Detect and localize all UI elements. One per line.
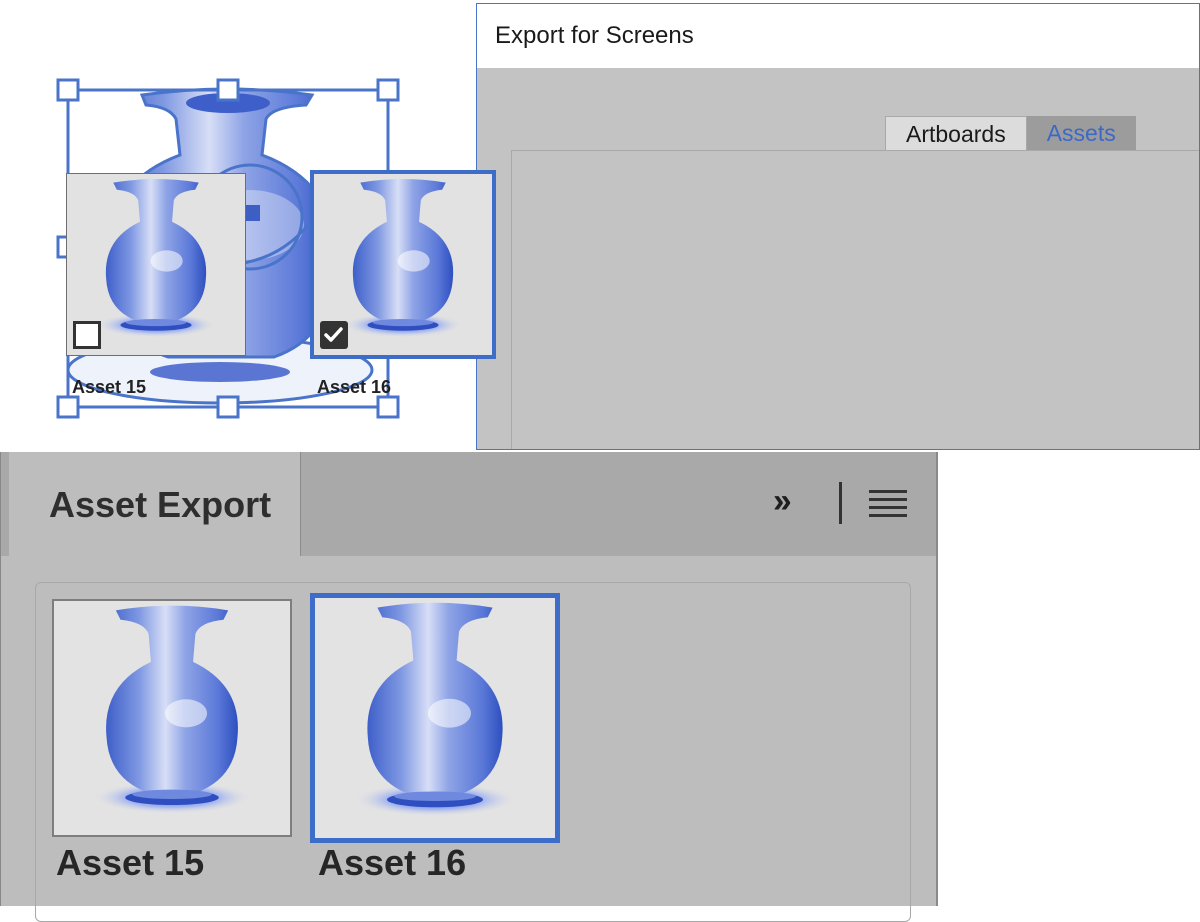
export-for-screens-dialog: Export for Screens Artboards Assets — [476, 3, 1200, 450]
panel-asset-thumbnail-15[interactable] — [52, 599, 292, 837]
asset-15-checkbox[interactable] — [73, 321, 101, 349]
checkmark-icon — [324, 327, 343, 342]
expand-panel-icon[interactable]: ›› — [773, 482, 792, 521]
dialog-asset-label-15: Asset 15 — [72, 377, 147, 397]
dialog-title: Export for Screens — [495, 22, 694, 49]
dialog-tabs: Artboards Assets — [885, 116, 1136, 150]
dialog-assets-panel — [511, 150, 1199, 449]
asset-16-checkbox[interactable] — [320, 321, 348, 349]
vase-thumbnail-icon — [54, 601, 290, 835]
dialog-body: Artboards Assets — [477, 68, 1199, 449]
panel-asset-label-16: Asset 16 — [318, 842, 467, 883]
panel-tab[interactable]: Asset Export — [9, 452, 301, 556]
panel-asset-label-15: Asset 15 — [56, 842, 205, 883]
tab-artboards[interactable]: Artboards — [885, 116, 1027, 150]
vase-thumbnail-icon — [315, 598, 555, 838]
panel-header: Asset Export ›› — [1, 452, 936, 556]
header-divider — [839, 482, 842, 524]
panel-menu-icon[interactable] — [867, 488, 909, 522]
panel-asset-thumbnail-16[interactable] — [310, 593, 560, 843]
panel-title: Asset Export — [49, 484, 272, 525]
dialog-asset-thumbnail-15[interactable] — [66, 173, 246, 356]
dialog-asset-thumbnail-16[interactable] — [310, 170, 496, 359]
tab-assets[interactable]: Assets — [1026, 116, 1136, 150]
dialog-asset-label-16: Asset 16 — [317, 377, 392, 397]
